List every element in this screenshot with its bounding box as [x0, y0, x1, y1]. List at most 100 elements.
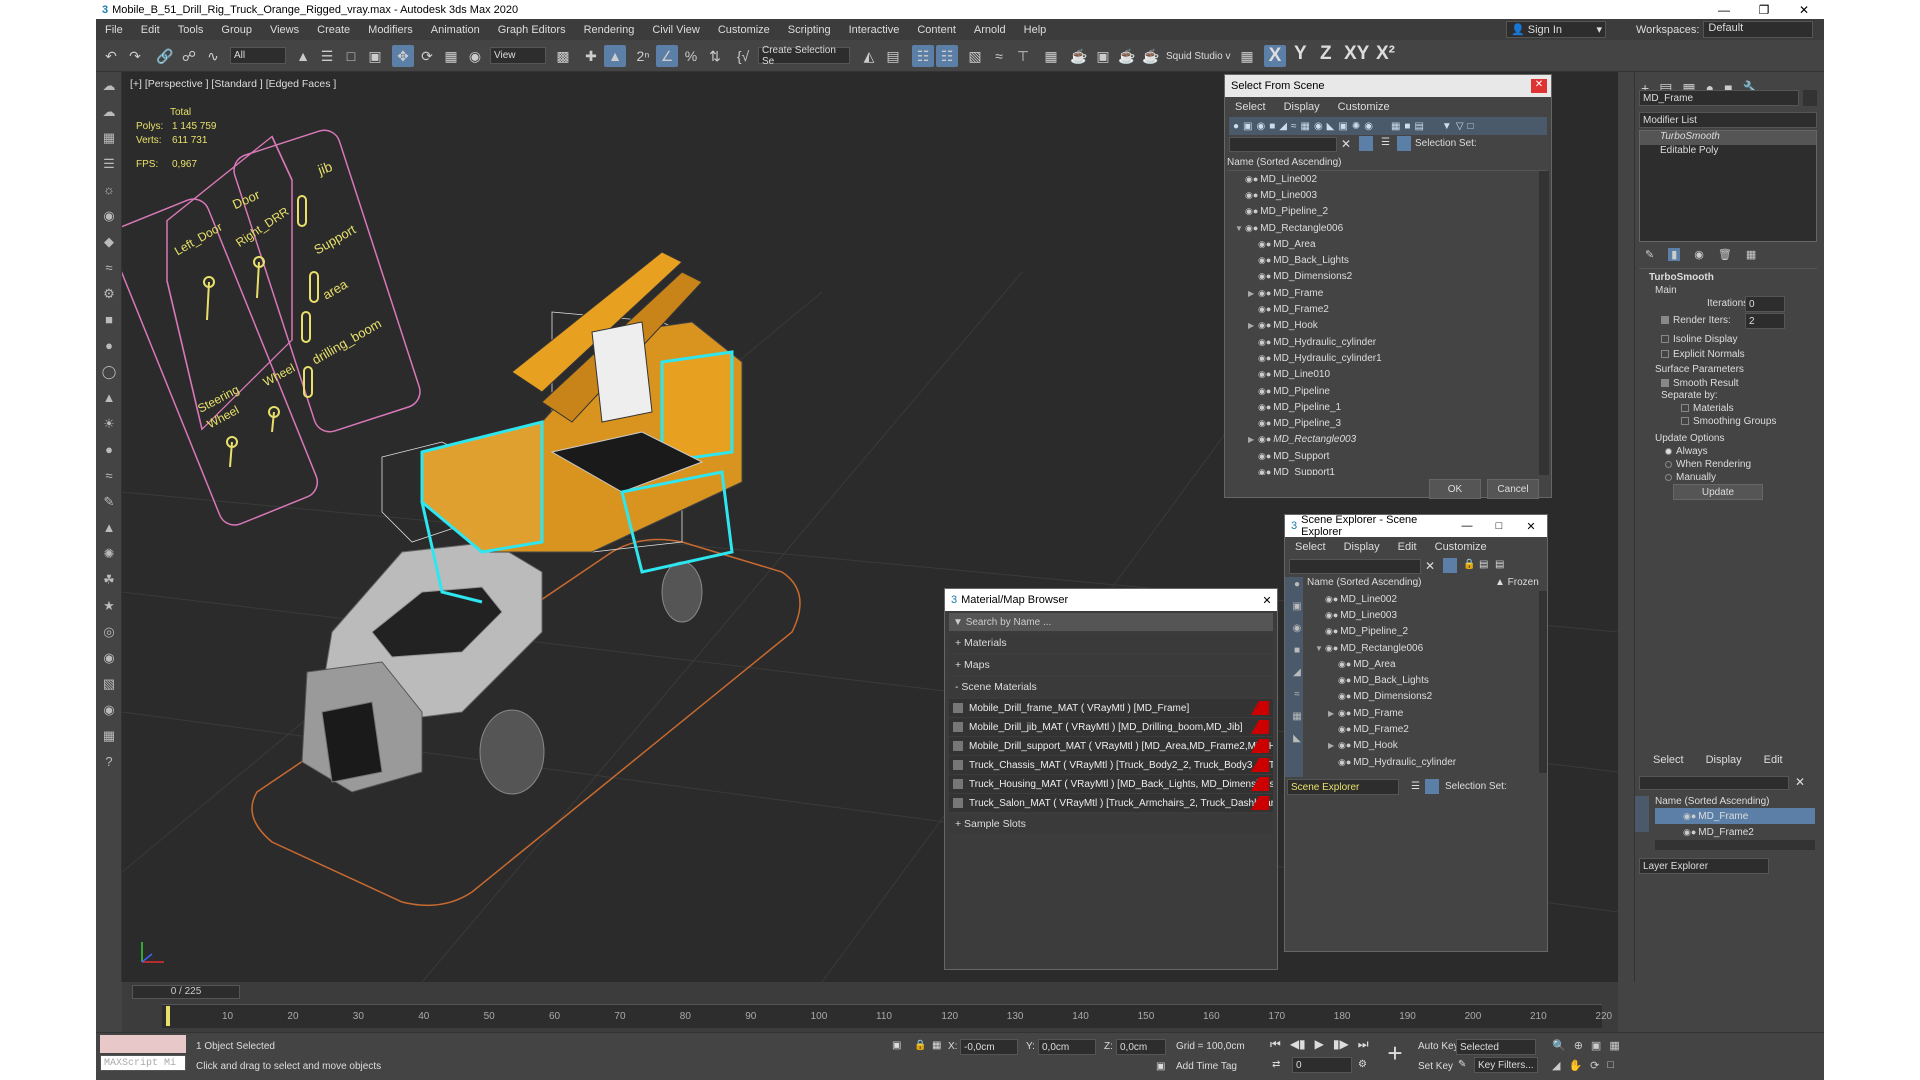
material-item[interactable]: Truck_Housing_MAT ( VRayMtl ) [MD_Back_L… [949, 775, 1273, 793]
visibility-icon[interactable]: ◉● [1258, 304, 1271, 315]
axis-x2-button[interactable]: X² [1376, 43, 1395, 65]
material-editor-icon[interactable]: ▦ [1040, 45, 1062, 67]
sun-icon[interactable]: ☀ [99, 416, 119, 436]
key-mode-icon[interactable]: ⇄ [1272, 1059, 1280, 1070]
maxscript-mini-listener[interactable]: MAXScript Mi [100, 1055, 186, 1071]
list-icon[interactable]: ☰ [99, 156, 119, 176]
particles-icon[interactable]: ✺ [99, 546, 119, 566]
visibility-icon[interactable]: ◉● [1683, 811, 1696, 822]
iterations-field[interactable]: 0 [1745, 296, 1785, 312]
lock-selection-icon[interactable]: 🔒 [914, 1040, 926, 1051]
ribbon-tool-icon[interactable]: ▧ [99, 676, 119, 696]
add-time-tag[interactable]: Add Time Tag [1176, 1061, 1237, 1072]
script-icon[interactable]: ▦ [99, 728, 119, 748]
le-menu-select[interactable]: Select [1653, 754, 1684, 766]
select-from-scene-row[interactable]: ▶ ◉● MD_Hook [1227, 318, 1537, 334]
spacewarp-icon[interactable]: ≈ [99, 260, 119, 280]
visibility-icon[interactable]: ◉● [1325, 626, 1338, 637]
axis-y-button[interactable]: Y [1294, 43, 1307, 65]
expand-arrow-icon[interactable]: ▶ [1328, 741, 1338, 750]
menu-modifiers[interactable]: Modifiers [359, 24, 422, 36]
sfs-column-header[interactable]: Name (Sorted Ascending) [1227, 157, 1547, 171]
se-menu-select[interactable]: Select [1295, 541, 1326, 553]
select-from-scene-row[interactable]: ◉● MD_Line003 [1227, 187, 1537, 203]
hierarchy-icon[interactable]: ▤ [1479, 559, 1488, 570]
render-tool-icon[interactable]: ◉ [99, 702, 119, 722]
make-unique-icon[interactable]: ◉ [1694, 248, 1704, 261]
columns-icon[interactable]: ▦ [1391, 121, 1400, 132]
maps-section[interactable]: + Maps [949, 655, 1273, 675]
toggle-layer-explorer-icon[interactable]: ☷ [936, 45, 958, 67]
rendered-frame-icon[interactable]: ▣ [1092, 45, 1114, 67]
filter-lights-icon[interactable]: ◉ [1287, 623, 1307, 643]
select-rotate-icon[interactable]: ⟳ [416, 45, 438, 67]
maximize-icon[interactable]: ❐ [1744, 3, 1784, 17]
filter-toggle-icon[interactable] [1359, 136, 1373, 151]
render-icon[interactable]: ☕ [1116, 45, 1138, 67]
next-frame-icon[interactable]: ▮▶ [1333, 1037, 1349, 1052]
scene-explorer-row[interactable]: ◉● MD_Line003 [1307, 607, 1537, 623]
visibility-icon[interactable]: ◉● [1258, 288, 1271, 299]
scene-explorer-row[interactable]: ▶ ◉● MD_Frame [1307, 705, 1537, 721]
render-setup-icon[interactable]: ☕ [1068, 45, 1090, 67]
spinner-snap-icon[interactable]: ⇅ [704, 45, 726, 67]
cone-icon[interactable]: ▲ [99, 390, 119, 410]
hair-icon[interactable]: ≈ [99, 468, 119, 488]
se-menu-edit[interactable]: Edit [1398, 541, 1417, 553]
visibility-icon[interactable]: ◉● [1338, 675, 1351, 686]
se-column-header[interactable]: Name (Sorted Ascending) [1307, 577, 1499, 588]
zoom-extents-all-icon[interactable]: ▦ [1609, 1039, 1619, 1052]
smoothing-groups-checkbox[interactable]: Smoothing Groups [1681, 416, 1776, 427]
close-icon[interactable]: ✕ [1784, 3, 1824, 17]
le-menu-edit[interactable]: Edit [1764, 754, 1783, 766]
go-to-start-icon[interactable]: ⏮ [1270, 1037, 1281, 1052]
select-scale-icon[interactable]: ▦ [440, 45, 462, 67]
render-iters-checkbox[interactable]: Render Iters: [1661, 315, 1731, 326]
menu-views[interactable]: Views [261, 24, 308, 36]
zoom-extents-icon[interactable]: ▣ [1591, 1039, 1601, 1052]
fx-icon[interactable]: ★ [99, 598, 119, 618]
layers-icon[interactable]: ☰ [1381, 137, 1390, 148]
select-by-name-icon[interactable]: ☰ [316, 45, 338, 67]
x-coord-field[interactable]: -0,0cm [960, 1039, 1018, 1055]
select-from-scene-row[interactable]: ◉● MD_Line010 [1227, 367, 1537, 383]
place-icon[interactable]: ◉ [464, 45, 486, 67]
light-icon[interactable]: ☼ [99, 182, 119, 202]
visibility-icon[interactable]: ◉● [1258, 467, 1271, 475]
helper-icon[interactable]: ◆ [99, 234, 119, 254]
expand-arrow-icon[interactable]: ▶ [1248, 435, 1258, 444]
snaps-toggle-icon[interactable]: 2ⁿ [632, 45, 654, 67]
se-explorer-dropdown[interactable]: Scene Explorer [1287, 779, 1399, 795]
menu-help[interactable]: Help [1015, 24, 1056, 36]
filter-groups-icon[interactable]: ▦ [1287, 711, 1307, 731]
select-from-scene-row[interactable]: ◉● MD_Hydraulic_cylinder1 [1227, 350, 1537, 366]
select-object-icon[interactable]: ▲ [292, 45, 314, 67]
menu-interactive[interactable]: Interactive [840, 24, 909, 36]
select-manipulate-icon[interactable]: ✚ [580, 45, 602, 67]
material-search-field[interactable]: ▼ Search by Name ... [949, 613, 1273, 631]
visibility-icon[interactable]: ◉● [1258, 369, 1271, 380]
plant-icon[interactable]: ☘ [99, 572, 119, 592]
visibility-icon[interactable]: ◉● [1338, 691, 1351, 702]
menu-arnold[interactable]: Arnold [965, 24, 1015, 36]
select-from-scene-row[interactable]: ◉● MD_Pipeline_2 [1227, 204, 1537, 220]
time-cursor[interactable] [166, 1006, 170, 1026]
layer-explorer-dropdown[interactable]: Layer Explorer [1639, 858, 1769, 874]
scene-explorer-row[interactable]: ◉● MD_Hydraulic_cylinder1 [1307, 770, 1537, 774]
keyboard-shortcut-icon[interactable]: ▲ [604, 45, 626, 67]
update-button[interactable]: Update [1673, 484, 1763, 500]
visibility-icon[interactable]: ◉● [1325, 643, 1338, 654]
visibility-icon[interactable]: ◉● [1325, 610, 1338, 621]
le-hscrollbar[interactable] [1655, 840, 1815, 850]
menu-tools[interactable]: Tools [169, 24, 213, 36]
menu-customize[interactable]: Customize [709, 24, 779, 36]
visibility-icon[interactable]: ◉● [1338, 708, 1351, 719]
scene-explorer-row[interactable]: ◉● MD_Frame2 [1307, 721, 1537, 737]
axis-z-button[interactable]: Z [1320, 43, 1332, 65]
le-menu-display[interactable]: Display [1706, 754, 1742, 766]
when-rendering-radio[interactable]: When Rendering [1665, 459, 1751, 470]
filter-cameras-icon[interactable]: ■ [1287, 645, 1307, 665]
select-from-scene-row[interactable]: ◉● MD_Hydraulic_cylinder [1227, 334, 1537, 350]
doc-icon[interactable]: ▦ [99, 130, 119, 150]
zoom-all-icon[interactable]: ⊕ [1574, 1039, 1583, 1052]
